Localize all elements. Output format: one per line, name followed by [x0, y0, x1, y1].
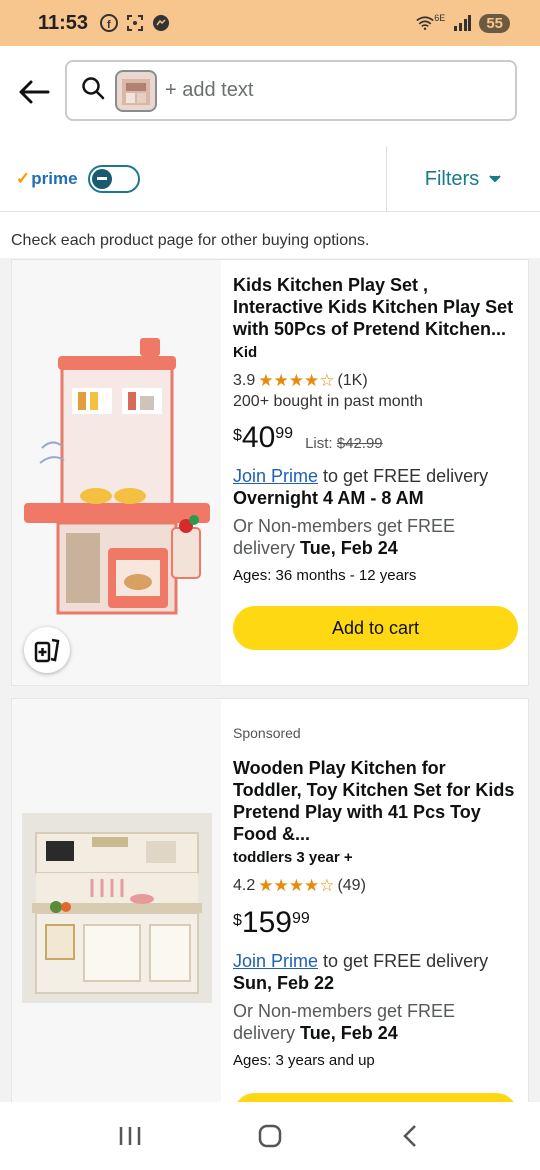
prime-check-icon: ✓: [16, 168, 31, 188]
wifi-icon: [416, 14, 434, 32]
product-title[interactable]: Wooden Play Kitchen for Toddler, Toy Kit…: [233, 757, 518, 845]
back-nav-button[interactable]: [390, 1116, 430, 1156]
system-nav-bar: [0, 1102, 540, 1170]
join-prime-link[interactable]: Join Prime: [233, 466, 318, 486]
price-symbol: $: [233, 912, 242, 929]
product-card[interactable]: Kids Kitchen Play Set , Interactive Kids…: [11, 259, 529, 686]
list-price: List: $42.99: [305, 435, 383, 452]
rating-row[interactable]: 3.9 ★★★★☆ (1K): [233, 371, 518, 391]
age-range: Ages: 36 months - 12 years: [233, 567, 417, 584]
compare-button[interactable]: [24, 627, 70, 673]
delivery-text: to get FREE delivery: [318, 466, 489, 486]
rating-value: 3.9: [233, 372, 256, 389]
prime-label: prime: [31, 168, 78, 188]
signal-icon: [453, 14, 472, 32]
arrow-left-icon: [19, 80, 50, 104]
product-details: Sponsored Wooden Play Kitchen for Toddle…: [221, 699, 528, 1102]
rating-value: 4.2: [233, 877, 256, 894]
home-icon: [258, 1124, 282, 1148]
add-to-cart-button[interactable]: [233, 1093, 518, 1102]
price-whole: 159: [241, 906, 292, 939]
age-range: Ages: 3 years and up: [233, 1052, 375, 1069]
status-time: 11:53: [38, 11, 89, 34]
search-results: Check each product page for other buying…: [0, 212, 540, 1102]
price-fraction: 99: [275, 425, 294, 442]
nonmember-date: Tue, Feb 24: [300, 538, 398, 558]
compare-plus-icon: [34, 638, 60, 663]
search-placeholder: + add text: [165, 79, 254, 101]
bought-count: 200+ bought in past month: [233, 393, 423, 410]
home-button[interactable]: [250, 1116, 290, 1156]
nonmember-delivery: Or Non-members get FREE delivery Tue, Fe…: [233, 1000, 518, 1044]
join-prime-link[interactable]: Join Prime: [233, 951, 318, 971]
price-row: $ 40 99 List: $42.99: [233, 423, 518, 453]
price-whole: 40: [241, 421, 276, 454]
add-to-cart-button[interactable]: Add to cart: [233, 606, 518, 650]
price-row: $ 159 99: [233, 908, 518, 938]
product-brand: toddlers 3 year +: [233, 849, 353, 866]
product-image[interactable]: [12, 260, 221, 685]
status-right: 6E 55: [416, 13, 510, 33]
messenger-icon: [152, 14, 170, 32]
facebook-icon: f: [100, 14, 119, 32]
star-rating-icon: ★★★★☆: [258, 876, 335, 895]
notification-icons: f: [100, 14, 170, 32]
delivery-text: to get FREE delivery: [318, 951, 489, 971]
list-label: List:: [305, 435, 333, 452]
search-image-thumbnail[interactable]: [115, 69, 157, 112]
review-count: (49): [337, 877, 366, 894]
nonmember-delivery: Or Non-members get FREE delivery Tue, Fe…: [233, 515, 518, 559]
review-count: (1K): [337, 372, 368, 389]
battery-level: 55: [479, 13, 510, 33]
network-type: 6E: [434, 13, 446, 23]
filters-button[interactable]: Filters: [386, 146, 540, 212]
product-card[interactable]: Sponsored Wooden Play Kitchen for Toddle…: [11, 698, 529, 1102]
prime-filter: ✓ prime: [16, 164, 140, 193]
prime-delivery: Join Prime to get FREE delivery Sun, Feb…: [233, 950, 518, 994]
nonmember-date: Tue, Feb 24: [300, 1023, 398, 1043]
sponsored-label[interactable]: Sponsored: [233, 725, 518, 741]
rating-row[interactable]: 4.2 ★★★★☆ (49): [233, 876, 518, 896]
results-note: Check each product page for other buying…: [0, 212, 540, 258]
product-title[interactable]: Kids Kitchen Play Set , Interactive Kids…: [233, 274, 518, 340]
screenshot-icon: [126, 14, 144, 32]
svg-text:f: f: [107, 19, 111, 31]
filter-bar: ✓ prime Filters: [0, 146, 540, 212]
prime-toggle[interactable]: [87, 164, 140, 193]
product-brand: Kid: [233, 344, 258, 361]
chevron-down-icon: [489, 175, 501, 182]
search-input[interactable]: + add text: [65, 60, 517, 121]
product-image[interactable]: [12, 699, 221, 1102]
star-rating-icon: ★★★★☆: [258, 371, 335, 390]
wooden-play-kitchen-image: [21, 813, 212, 1003]
list-price-value: $42.99: [336, 435, 383, 452]
recent-apps-button[interactable]: [110, 1116, 150, 1156]
back-button[interactable]: [14, 72, 54, 112]
chevron-left-icon: [403, 1125, 416, 1147]
delivery-date: Sun, Feb 22: [233, 973, 335, 993]
search-icon: [81, 76, 105, 105]
price-symbol: $: [233, 427, 242, 444]
prime-logo: ✓ prime: [16, 169, 78, 189]
recent-apps-icon: [119, 1127, 141, 1145]
filters-label: Filters: [424, 167, 480, 190]
product-details: Kids Kitchen Play Set , Interactive Kids…: [221, 260, 528, 685]
prime-delivery: Join Prime to get FREE delivery Overnigh…: [233, 465, 518, 509]
price-fraction: 99: [291, 910, 310, 927]
search-header: + add text: [0, 46, 540, 146]
toggle-knob: [91, 168, 112, 189]
status-bar: 11:53 f 6E 55: [0, 0, 540, 46]
delivery-date: Overnight 4 AM - 8 AM: [233, 488, 424, 508]
play-kitchen-pink-image: [23, 337, 210, 614]
